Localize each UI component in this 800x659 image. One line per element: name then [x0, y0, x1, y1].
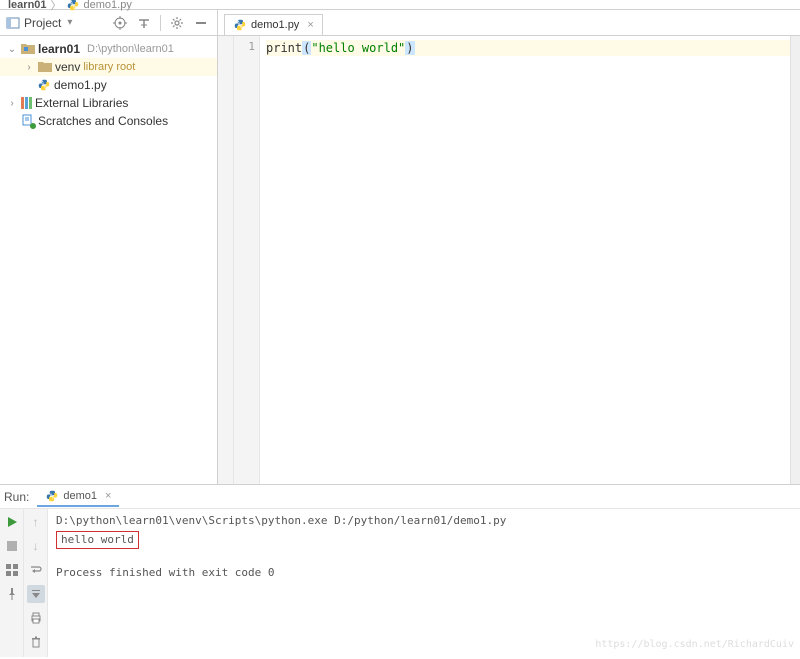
tree-scratches[interactable]: › Scratches and Consoles: [0, 112, 217, 130]
down-arrow-icon[interactable]: ↓: [27, 537, 45, 555]
scroll-to-end-icon[interactable]: [27, 585, 45, 603]
breadcrumb: learn01 〉 demo1.py: [0, 0, 800, 10]
tree-root-path: D:\python\learn01: [87, 43, 174, 55]
chevron-right-icon[interactable]: ›: [23, 62, 35, 73]
run-panel: Run: demo1 × ↑ ↓: [0, 484, 800, 657]
tree-scratches-label: Scratches and Consoles: [38, 114, 168, 128]
watermark: https://blog.csdn.net/RichardCuiv: [595, 637, 794, 653]
close-tab-icon[interactable]: ×: [307, 19, 313, 31]
code-line[interactable]: print("hello world"): [266, 40, 794, 56]
editor-gutter[interactable]: [218, 36, 234, 484]
soft-wrap-icon[interactable]: [27, 561, 45, 579]
dropdown-arrow-icon[interactable]: ▾: [67, 17, 72, 28]
code-editor[interactable]: print("hello world"): [260, 36, 800, 484]
locate-icon[interactable]: [110, 13, 130, 33]
folder-icon: [38, 61, 52, 73]
trash-icon[interactable]: [27, 633, 45, 651]
folder-icon: [21, 43, 35, 55]
run-toolbar-right: ↑ ↓: [24, 509, 48, 657]
main-area: ⌄ learn01 D:\python\learn01 › venv libra…: [0, 36, 800, 484]
editor-scrollbar[interactable]: [790, 36, 800, 484]
tree-venv-name: venv: [55, 60, 80, 74]
console-command: D:\python\learn01\venv\Scripts\python.ex…: [56, 513, 792, 529]
line-numbers: 1: [234, 36, 260, 484]
up-arrow-icon[interactable]: ↑: [27, 513, 45, 531]
project-tree[interactable]: ⌄ learn01 D:\python\learn01 › venv libra…: [0, 36, 218, 484]
breadcrumb-file[interactable]: demo1.py: [84, 0, 132, 11]
tree-venv-hint: library root: [83, 61, 135, 73]
project-panel-title: Project: [24, 16, 61, 30]
collapse-all-icon[interactable]: [134, 13, 154, 33]
scratches-icon: [21, 114, 35, 128]
stop-icon[interactable]: [3, 537, 21, 555]
breadcrumb-root[interactable]: learn01: [8, 0, 47, 11]
tree-file-name: demo1.py: [54, 78, 107, 92]
console-output-line: hello world: [56, 531, 139, 549]
editor-tab-label: demo1.py: [251, 19, 299, 31]
run-panel-body: ↑ ↓ D:\python\learn01\venv\Scripts\pytho…: [0, 509, 800, 657]
tree-venv[interactable]: › venv library root: [0, 58, 217, 76]
project-view-icon: [6, 16, 20, 30]
rerun-icon[interactable]: [3, 513, 21, 531]
code-close-paren: ): [405, 41, 414, 55]
hide-panel-icon[interactable]: [191, 13, 211, 33]
run-panel-header: Run: demo1 ×: [0, 485, 800, 509]
project-panel-header[interactable]: Project ▾: [0, 10, 218, 35]
chevron-down-icon[interactable]: ⌄: [6, 44, 18, 55]
editor-area: 1 print("hello world"): [218, 36, 800, 484]
python-run-icon: [45, 489, 59, 503]
run-toolbar-left: [0, 509, 24, 657]
tree-root[interactable]: ⌄ learn01 D:\python\learn01: [0, 40, 217, 58]
tree-ext-lib-label: External Libraries: [35, 96, 128, 110]
toolbar-separator: [160, 15, 161, 31]
python-file-icon: [37, 78, 51, 92]
external-libraries-icon: [21, 97, 32, 109]
tree-root-name: learn01: [38, 42, 80, 56]
code-open-paren: (: [302, 41, 311, 55]
print-icon[interactable]: [27, 609, 45, 627]
close-run-tab-icon[interactable]: ×: [105, 490, 111, 502]
layout-icon[interactable]: [3, 561, 21, 579]
line-number: 1: [234, 40, 255, 53]
code-function: print: [266, 41, 302, 55]
console-exit-message: Process finished with exit code 0: [56, 565, 792, 581]
python-file-icon: [233, 18, 247, 32]
run-tab[interactable]: demo1 ×: [37, 487, 119, 507]
chevron-right-icon[interactable]: ›: [6, 98, 18, 109]
editor-tab[interactable]: demo1.py ×: [224, 14, 323, 35]
gear-icon[interactable]: [167, 13, 187, 33]
run-tab-label: demo1: [63, 490, 97, 502]
tree-file[interactable]: demo1.py: [0, 76, 217, 94]
code-string: "hello world": [311, 41, 405, 55]
pin-icon[interactable]: [3, 585, 21, 603]
run-panel-label: Run:: [4, 490, 29, 504]
editor-tabs: demo1.py ×: [218, 10, 800, 35]
tree-external-libraries[interactable]: › External Libraries: [0, 94, 217, 112]
console-output[interactable]: D:\python\learn01\venv\Scripts\python.ex…: [48, 509, 800, 657]
toolbar: Project ▾ demo1.py ×: [0, 10, 800, 36]
